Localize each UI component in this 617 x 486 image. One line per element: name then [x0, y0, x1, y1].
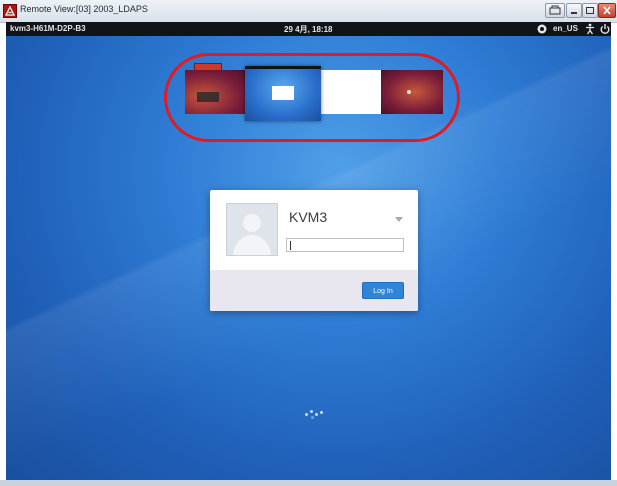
minimize-icon	[571, 12, 577, 14]
window-titlebar[interactable]: Remote View:[03] 2003_LDAPS	[0, 0, 617, 23]
loading-spinner-icon	[303, 409, 325, 419]
maximize-button[interactable]	[582, 3, 598, 18]
accessibility-icon[interactable]	[584, 23, 596, 35]
desktop-top-bar: kvm3-H61M-D2P-B3 29 4月, 18:18 en_US	[6, 22, 611, 36]
close-icon	[603, 6, 611, 15]
workspace-thumbnail-2[interactable]	[245, 66, 321, 121]
chevron-down-icon[interactable]	[395, 217, 403, 222]
app-icon	[3, 4, 17, 18]
login-button[interactable]: Log In	[362, 282, 404, 299]
minimize-button[interactable]	[566, 3, 582, 18]
window-title: Remote View:[03] 2003_LDAPS	[20, 4, 148, 14]
restore-remote-button[interactable]	[545, 3, 565, 18]
close-button[interactable]	[598, 3, 616, 18]
power-icon[interactable]	[599, 23, 611, 35]
user-avatar	[226, 203, 278, 256]
restore-remote-icon	[549, 5, 561, 15]
username-label: KVM3	[289, 209, 328, 225]
password-field[interactable]	[286, 238, 404, 252]
host-name: kvm3-H61M-D2P-B3	[10, 24, 86, 33]
network-icon[interactable]	[536, 23, 548, 35]
user-avatar-icon	[233, 214, 271, 255]
maximize-icon	[586, 7, 594, 14]
clock[interactable]: 29 4月, 18:18	[284, 24, 332, 35]
window-bottom-border	[0, 480, 617, 486]
login-dialog: KVM3 Log In	[210, 190, 418, 311]
locale-indicator[interactable]: en_US	[553, 24, 578, 33]
text-caret	[290, 241, 291, 250]
